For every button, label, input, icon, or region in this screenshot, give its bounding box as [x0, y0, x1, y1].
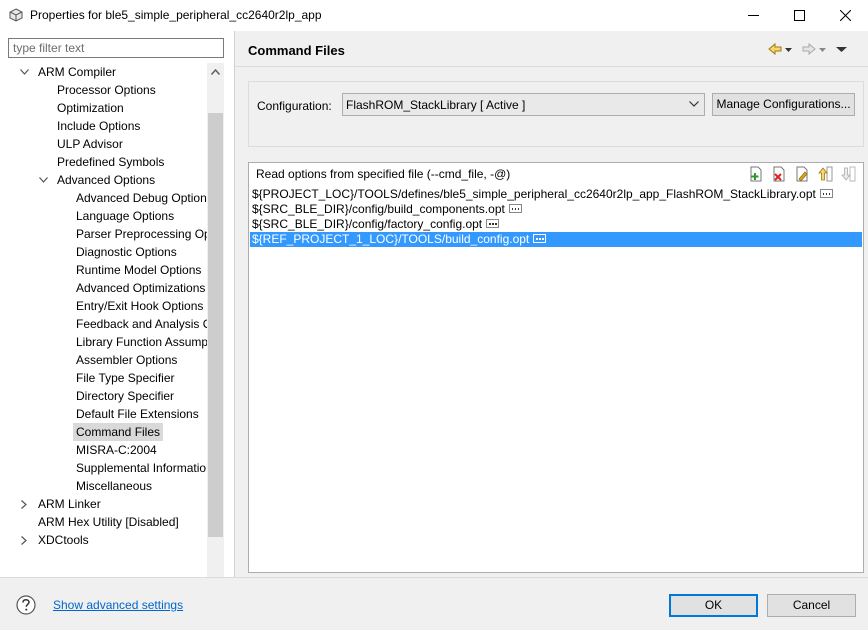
maximize-icon	[793, 10, 805, 21]
tree-item-label: Entry/Exit Hook Options	[76, 299, 204, 313]
dialog-footer: Show advanced settings OK Cancel	[0, 577, 868, 630]
manage-configurations-button[interactable]: Manage Configurations...	[712, 93, 855, 116]
tree-item-label: Directory Specifier	[76, 389, 175, 403]
tree-item-label: Advanced Options	[57, 173, 156, 187]
delete-file-icon[interactable]	[771, 166, 787, 182]
tree-item-label: XDCtools	[38, 533, 89, 547]
view-menu-icon[interactable]	[835, 41, 849, 57]
chevron-down-icon[interactable]	[19, 63, 29, 81]
tree-item-label: Supplemental Information	[76, 461, 208, 475]
show-advanced-settings-link[interactable]: Show advanced settings	[53, 598, 183, 612]
configuration-select[interactable]: FlashROM_StackLibrary [ Active ]	[342, 93, 705, 116]
ellipsis-icon[interactable]	[533, 234, 547, 244]
move-up-icon[interactable]	[817, 166, 833, 182]
content-panel: Command Files Configuration: FlashROM_St…	[235, 31, 868, 577]
ok-button[interactable]: OK	[669, 594, 758, 617]
forward-arrow-icon[interactable]	[801, 41, 817, 57]
add-file-icon[interactable]	[748, 166, 764, 182]
filter-input[interactable]	[8, 38, 224, 58]
page-navigation	[767, 41, 849, 57]
ellipsis-icon[interactable]	[819, 189, 833, 199]
chevron-down-icon[interactable]	[38, 171, 48, 189]
app-icon	[9, 8, 23, 22]
configuration-value: FlashROM_StackLibrary [ Active ]	[346, 98, 526, 112]
command-file-path: ${REF_PROJECT_1_LOC}/TOOLS/build_config.…	[252, 232, 530, 246]
command-file-path: ${SRC_BLE_DIR}/config/factory_config.opt	[252, 217, 483, 231]
tree-item-label: Advanced Debug Options	[76, 191, 208, 205]
ellipsis-icon[interactable]	[508, 204, 522, 214]
tree-item-label: Default File Extensions	[76, 407, 199, 421]
properties-tree: ARM Compiler Processor Options Optimizatio…	[0, 63, 208, 590]
tree-item-label: Optimization	[57, 101, 124, 115]
tree-item-label: Diagnostic Options	[76, 245, 177, 259]
edit-file-icon[interactable]	[794, 166, 810, 182]
navigation-panel: ARM Compiler Processor Options Optimizatio…	[0, 31, 234, 608]
tree-item-label: File Type Specifier	[76, 371, 175, 385]
chevron-right-icon[interactable]	[19, 531, 29, 549]
tree-item-label: Processor Options	[57, 83, 156, 97]
tree-item-label: Assembler Options	[76, 353, 178, 367]
back-dropdown-icon[interactable]	[785, 41, 793, 57]
header-separator	[235, 66, 868, 67]
tree-item-label: Command Files	[73, 423, 164, 441]
move-down-icon[interactable]	[840, 166, 856, 182]
scroll-up-arrow-icon[interactable]	[207, 63, 224, 80]
tree-item-label: Advanced Optimizations	[76, 281, 206, 295]
chevron-right-icon[interactable]	[19, 495, 29, 513]
vertical-scroll-thumb[interactable]	[208, 113, 223, 537]
minimize-icon	[747, 15, 759, 16]
configuration-label: Configuration:	[257, 99, 332, 113]
tree-item-label: Runtime Model Options	[76, 263, 202, 277]
command-files-header: Read options from specified file (--cmd_…	[256, 167, 511, 181]
tree-item-label: Miscellaneous	[76, 479, 153, 493]
close-button[interactable]	[822, 0, 868, 31]
help-icon[interactable]	[16, 595, 36, 615]
ellipsis-icon[interactable]	[486, 219, 500, 229]
close-icon	[839, 10, 851, 21]
list-item[interactable]: ${REF_PROJECT_1_LOC}/TOOLS/build_config.…	[250, 232, 862, 247]
list-item[interactable]: ${SRC_BLE_DIR}/config/build_components.o…	[250, 202, 862, 217]
configuration-group: Configuration: FlashROM_StackLibrary [ A…	[248, 81, 864, 147]
forward-dropdown-icon[interactable]	[819, 41, 827, 57]
chevron-down-icon	[689, 101, 699, 107]
command-file-path: ${PROJECT_LOC}/TOOLS/defines/ble5_simple…	[252, 187, 816, 201]
tree-item-label: ARM Linker	[38, 497, 101, 511]
back-arrow-icon[interactable]	[767, 41, 783, 57]
tree-item-label: Language Options	[76, 209, 175, 223]
page-title: Command Files	[248, 43, 345, 58]
tree-item-label: Library Function Assumptions	[76, 335, 208, 349]
minimize-button[interactable]	[730, 0, 776, 31]
cancel-button[interactable]: Cancel	[767, 594, 856, 617]
list-item[interactable]: ${PROJECT_LOC}/TOOLS/defines/ble5_simple…	[250, 187, 862, 202]
tree-item-label: ARM Hex Utility [Disabled]	[38, 515, 179, 529]
tree-item-label: ULP Advisor	[57, 137, 123, 151]
window-title: Properties for ble5_simple_peripheral_cc…	[30, 8, 322, 22]
tree-item-label: ARM Compiler	[38, 65, 117, 79]
command-files-list: Read options from specified file (--cmd_…	[248, 162, 864, 573]
tree-item-label: MISRA-C:2004	[76, 443, 157, 457]
tree-item-label: Include Options	[57, 119, 141, 133]
tree-item-label: Predefined Symbols	[57, 155, 165, 169]
list-item[interactable]: ${SRC_BLE_DIR}/config/factory_config.opt	[250, 217, 862, 232]
tree-vertical-scrollbar[interactable]	[207, 63, 224, 591]
tree-item-label: Parser Preprocessing Options	[76, 227, 208, 241]
command-file-path: ${SRC_BLE_DIR}/config/build_components.o…	[252, 202, 505, 216]
command-files-toolbar	[748, 166, 856, 182]
tree-item-label: Feedback and Analysis Options	[76, 317, 208, 331]
maximize-button[interactable]	[776, 0, 822, 31]
title-bar: Properties for ble5_simple_peripheral_cc…	[0, 0, 868, 31]
